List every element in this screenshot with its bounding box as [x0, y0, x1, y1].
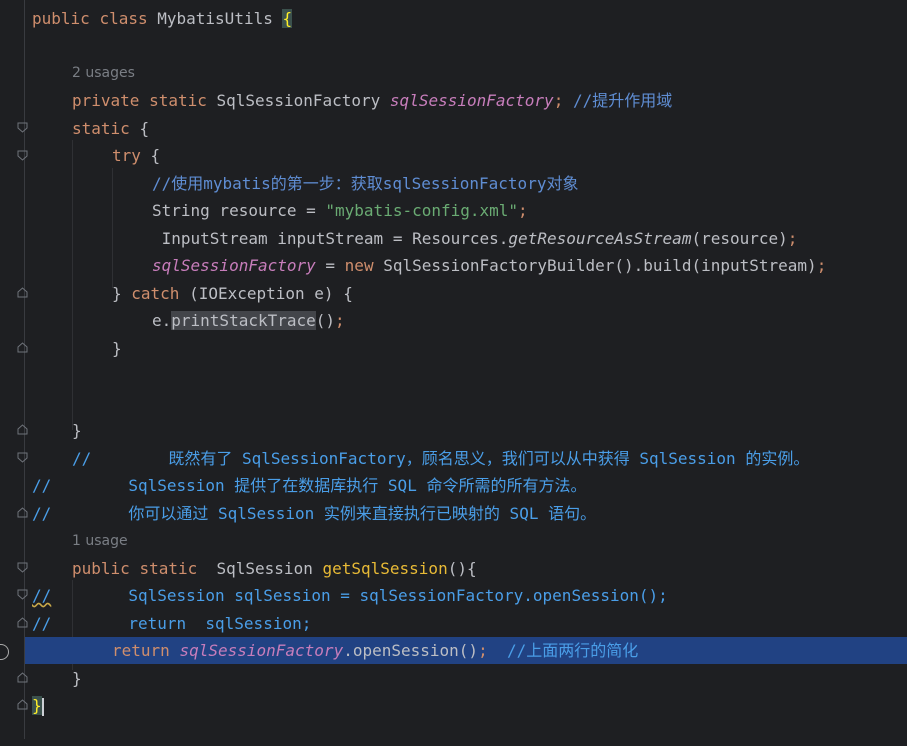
- semicolon: ;: [478, 641, 488, 660]
- brace: {: [139, 119, 150, 138]
- declaration: String resource =: [152, 201, 326, 220]
- field-name: sqlSessionFactory: [389, 91, 554, 110]
- type-name: SqlSession: [197, 559, 323, 578]
- brace: }: [72, 669, 82, 688]
- keyword: private: [72, 91, 140, 110]
- method-call: printStackTrace: [171, 311, 316, 330]
- brace: }: [72, 421, 82, 440]
- keyword: class: [99, 9, 148, 28]
- code-line[interactable]: // 你可以通过 SqlSession 实例来直接执行已映射的 SQL 语句。: [0, 500, 907, 527]
- keyword: catch: [131, 284, 180, 303]
- catch-clause: (IOException e) {: [179, 284, 353, 303]
- comment: // SqlSession 提供了在数据库执行 SQL 命令所需的所有方法。: [32, 476, 587, 495]
- object-ref: e.: [152, 311, 172, 330]
- operator: =: [315, 256, 345, 275]
- matched-brace: }: [32, 696, 42, 715]
- text-caret: [41, 697, 44, 716]
- brace: }: [112, 339, 122, 358]
- method-call: getResourceAsStream: [508, 229, 692, 248]
- semicolon: ;: [335, 311, 345, 330]
- class-name: MybatisUtils: [157, 9, 273, 28]
- method-name: getSqlSession: [322, 559, 448, 578]
- semicolon: ;: [518, 201, 528, 220]
- comment: // 你可以通过 SqlSession 实例来直接执行已映射的 SQL 语句。: [32, 504, 597, 523]
- method-call: .openSession(): [343, 641, 479, 660]
- keyword: public: [72, 559, 130, 578]
- field-name: sqlSessionFactory: [179, 641, 344, 660]
- arguments: (): [315, 311, 336, 330]
- parameters: (){: [447, 559, 477, 578]
- code-line[interactable]: public class MybatisUtils {: [0, 5, 907, 32]
- code-line[interactable]: private static SqlSessionFactory sqlSess…: [0, 87, 907, 114]
- semicolon: ;: [816, 256, 827, 275]
- code-line[interactable]: String resource = "mybatis-config.xml";: [0, 197, 907, 224]
- keyword: public: [32, 9, 90, 28]
- declaration: InputStream inputStream = Resources.: [152, 229, 509, 248]
- matched-brace: {: [282, 9, 293, 28]
- code-line[interactable]: InputStream inputStream = Resources.getR…: [0, 225, 907, 252]
- keyword: new: [344, 256, 374, 275]
- code-line-selected[interactable]: return sqlSessionFactory.openSession(); …: [25, 637, 907, 664]
- code-line[interactable]: // 既然有了 SqlSessionFactory，顾名思义，我们可以从中获得 …: [0, 445, 907, 472]
- keyword: static: [72, 119, 130, 138]
- usage-hint[interactable]: 1 usage: [72, 530, 128, 552]
- code-line[interactable]: public static SqlSession getSqlSession()…: [0, 555, 907, 582]
- type-name: SqlSessionFactory: [216, 91, 381, 110]
- code-line[interactable]: }: [0, 417, 907, 444]
- semicolon: ;: [553, 91, 564, 110]
- keyword: static: [139, 559, 198, 578]
- comment: //上面两行的简化: [487, 641, 639, 660]
- brace: {: [150, 146, 161, 165]
- code-line[interactable]: }: [0, 335, 907, 362]
- comment: // 既然有了 SqlSessionFactory，顾名思义，我们可以从中获得 …: [72, 449, 810, 468]
- code-line[interactable]: // return sqlSession;: [0, 610, 907, 637]
- code-line[interactable]: } catch (IOException e) {: [0, 280, 907, 307]
- code-line[interactable]: // SqlSession sqlSession = sqlSessionFac…: [0, 582, 907, 609]
- code-line[interactable]: try {: [0, 142, 907, 169]
- comment: //提升作用域: [572, 91, 673, 110]
- field-name: sqlSessionFactory: [152, 256, 316, 275]
- keyword: return: [112, 641, 170, 660]
- code-line[interactable]: // SqlSession 提供了在数据库执行 SQL 命令所需的所有方法。: [0, 472, 907, 499]
- comment-marker: //: [32, 586, 52, 605]
- code-line[interactable]: }: [0, 665, 907, 692]
- code-line[interactable]: static {: [0, 115, 907, 142]
- semicolon: ;: [787, 229, 798, 248]
- comment: //使用mybatis的第一步：获取sqlSessionFactory对象: [152, 174, 579, 193]
- string-literal: "mybatis-config.xml": [325, 201, 519, 220]
- keyword: static: [149, 91, 207, 110]
- comment: SqlSession sqlSession = sqlSessionFactor…: [51, 586, 668, 605]
- expression: SqlSessionFactoryBuilder().build(inputSt…: [373, 256, 817, 275]
- usage-hint[interactable]: 2 usages: [72, 62, 135, 84]
- code-line[interactable]: //使用mybatis的第一步：获取sqlSessionFactory对象: [0, 170, 907, 197]
- arguments: (resource): [691, 229, 788, 248]
- brace: }: [112, 284, 132, 303]
- keyword: try: [112, 146, 141, 165]
- code-line[interactable]: }: [0, 692, 907, 719]
- code-line[interactable]: sqlSessionFactory = new SqlSessionFactor…: [0, 252, 907, 279]
- comment: // return sqlSession;: [32, 614, 312, 633]
- code-line[interactable]: e.printStackTrace();: [0, 307, 907, 334]
